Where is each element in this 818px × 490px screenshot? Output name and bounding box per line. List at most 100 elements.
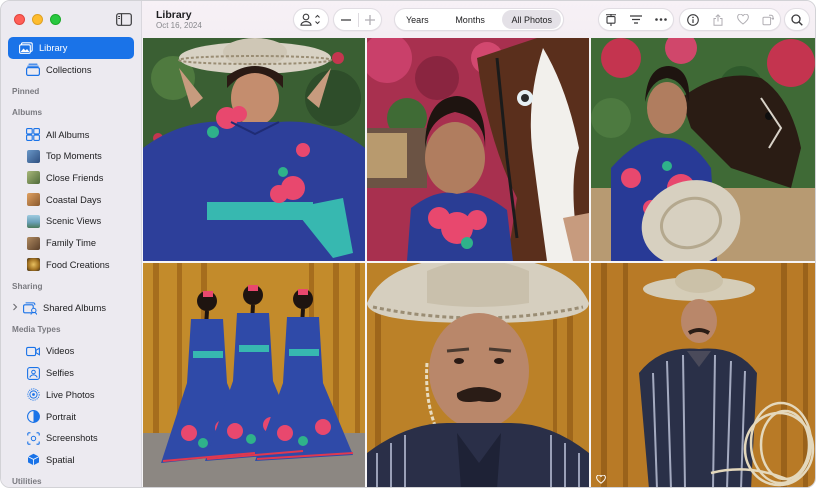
section-pinned: Pinned <box>12 86 40 96</box>
sidebar-item-all-albums[interactable]: All Albums <box>8 124 134 146</box>
sidebar-item-label: Scenic Views <box>46 216 102 227</box>
video-icon <box>26 344 40 358</box>
selfie-icon <box>26 366 40 380</box>
section-utilities: Utilities <box>12 477 42 487</box>
favorite-indicator-icon <box>596 471 606 487</box>
photo-three-dancers[interactable] <box>143 263 365 487</box>
sidebar-item-scenic-views[interactable]: Scenic Views <box>8 211 134 233</box>
photos-window: Library Collections Pinned Albums All Al… <box>0 0 816 488</box>
photo-woman-horse-sombrero[interactable] <box>591 38 815 261</box>
sidebar-item-label: Selfies <box>46 368 74 379</box>
sidebar-item-family-time[interactable]: Family Time <box>8 232 134 254</box>
page-date: Oct 16, 2024 <box>156 21 202 30</box>
sidebar-item-label: Portrait <box>46 411 76 422</box>
more-button[interactable] <box>649 9 673 30</box>
sidebar-item-label: Shared Albums <box>43 303 107 314</box>
zoom-in-button[interactable] <box>358 9 381 30</box>
zoom-window-button[interactable] <box>50 14 61 25</box>
filter-button[interactable] <box>624 9 648 30</box>
photo-woman-sombrero[interactable] <box>143 38 365 261</box>
sidebar-item-food-creations[interactable]: Food Creations <box>8 254 134 276</box>
photo-library-icon <box>19 41 33 55</box>
live-photo-icon <box>26 388 40 402</box>
slideshow-icon <box>606 13 617 26</box>
sidebar: Library Collections Pinned Albums All Al… <box>1 1 142 487</box>
albums-icon <box>26 128 40 142</box>
sidebar-item-screenshots[interactable]: Screenshots <box>8 427 134 449</box>
sidebar-item-label: Live Photos <box>46 389 95 400</box>
sidebar-item-coastal-days[interactable]: Coastal Days <box>8 189 134 211</box>
sidebar-item-videos[interactable]: Videos <box>8 341 134 363</box>
sidebar-item-close-friends[interactable]: Close Friends <box>8 167 134 189</box>
chevron-right-icon[interactable] <box>12 303 20 313</box>
rotate-icon <box>762 14 774 25</box>
toolbar: Library Oct 16, 2024 Years Months All Ph… <box>142 1 815 38</box>
sidebar-item-label: All Albums <box>46 129 90 140</box>
collections-icon <box>26 63 40 77</box>
sidebar-item-label: Top Moments <box>46 151 102 162</box>
section-media-types: Media Types <box>12 325 61 335</box>
close-window-button[interactable] <box>14 14 25 25</box>
view-options-group <box>598 8 674 31</box>
page-title: Library <box>156 9 192 21</box>
info-icon <box>686 13 699 26</box>
album-thumbnail <box>26 193 40 207</box>
sidebar-item-library[interactable]: Library <box>8 37 134 59</box>
album-thumbnail <box>26 149 40 163</box>
sidebar-item-label: Videos <box>46 346 75 357</box>
rotate-button[interactable] <box>756 9 780 30</box>
portrait-icon <box>26 410 40 424</box>
sidebar-item-label: Screenshots <box>46 433 98 444</box>
slideshow-button[interactable] <box>599 9 623 30</box>
view-switcher: Years Months All Photos <box>394 8 564 31</box>
sidebar-item-collections[interactable]: Collections <box>8 59 134 81</box>
section-albums: Albums <box>12 108 43 118</box>
photo-man-sombrero-closeup[interactable] <box>367 263 589 487</box>
sidebar-toggle-icon <box>116 12 132 26</box>
sidebar-item-shared-albums[interactable]: Shared Albums <box>8 297 134 319</box>
photo-grid <box>143 38 815 487</box>
spatial-icon <box>26 453 40 467</box>
search-icon <box>791 13 803 26</box>
album-thumbnail <box>26 258 40 272</box>
tab-months[interactable]: Months <box>446 10 494 29</box>
heart-icon <box>736 14 749 25</box>
tab-years[interactable]: Years <box>397 10 438 29</box>
album-thumbnail <box>26 171 40 185</box>
info-button[interactable] <box>681 9 705 30</box>
zoom-out-button[interactable] <box>334 9 358 30</box>
sidebar-item-label: Coastal Days <box>46 194 102 205</box>
sidebar-item-spatial[interactable]: Spatial <box>8 449 134 471</box>
sidebar-nav: Library Collections Pinned Albums All Al… <box>1 37 141 487</box>
filter-icon <box>629 15 642 24</box>
favorite-button[interactable] <box>731 9 755 30</box>
sidebar-item-label: Food Creations <box>46 259 110 270</box>
sidebar-toggle-button[interactable] <box>112 9 136 29</box>
share-icon <box>713 13 722 26</box>
photo-man-lasso[interactable] <box>591 263 815 487</box>
sidebar-item-top-moments[interactable]: Top Moments <box>8 145 134 167</box>
photo-woman-horse[interactable] <box>367 38 589 261</box>
minimize-window-button[interactable] <box>32 14 43 25</box>
plus-icon <box>364 14 375 25</box>
sidebar-item-portrait[interactable]: Portrait <box>8 406 134 428</box>
tab-all-photos[interactable]: All Photos <box>502 10 561 29</box>
share-button[interactable] <box>706 9 730 30</box>
album-thumbnail <box>26 236 40 250</box>
sidebar-item-label: Close Friends <box>46 172 104 183</box>
sidebar-item-label: Library <box>39 42 68 53</box>
ellipsis-icon <box>654 18 667 21</box>
sidebar-item-label: Spatial <box>46 454 75 465</box>
person-icon <box>300 13 320 26</box>
minus-icon <box>340 18 351 21</box>
people-filter-button[interactable] <box>293 8 329 31</box>
shared-albums-icon <box>23 301 37 315</box>
sidebar-item-live-photos[interactable]: Live Photos <box>8 384 134 406</box>
window-controls <box>14 14 61 25</box>
photo-actions-group <box>679 8 781 31</box>
sidebar-item-selfies[interactable]: Selfies <box>8 362 134 384</box>
zoom-control <box>333 8 382 31</box>
search-button[interactable] <box>784 8 810 31</box>
album-thumbnail <box>26 214 40 228</box>
sidebar-item-label: Family Time <box>46 238 97 249</box>
